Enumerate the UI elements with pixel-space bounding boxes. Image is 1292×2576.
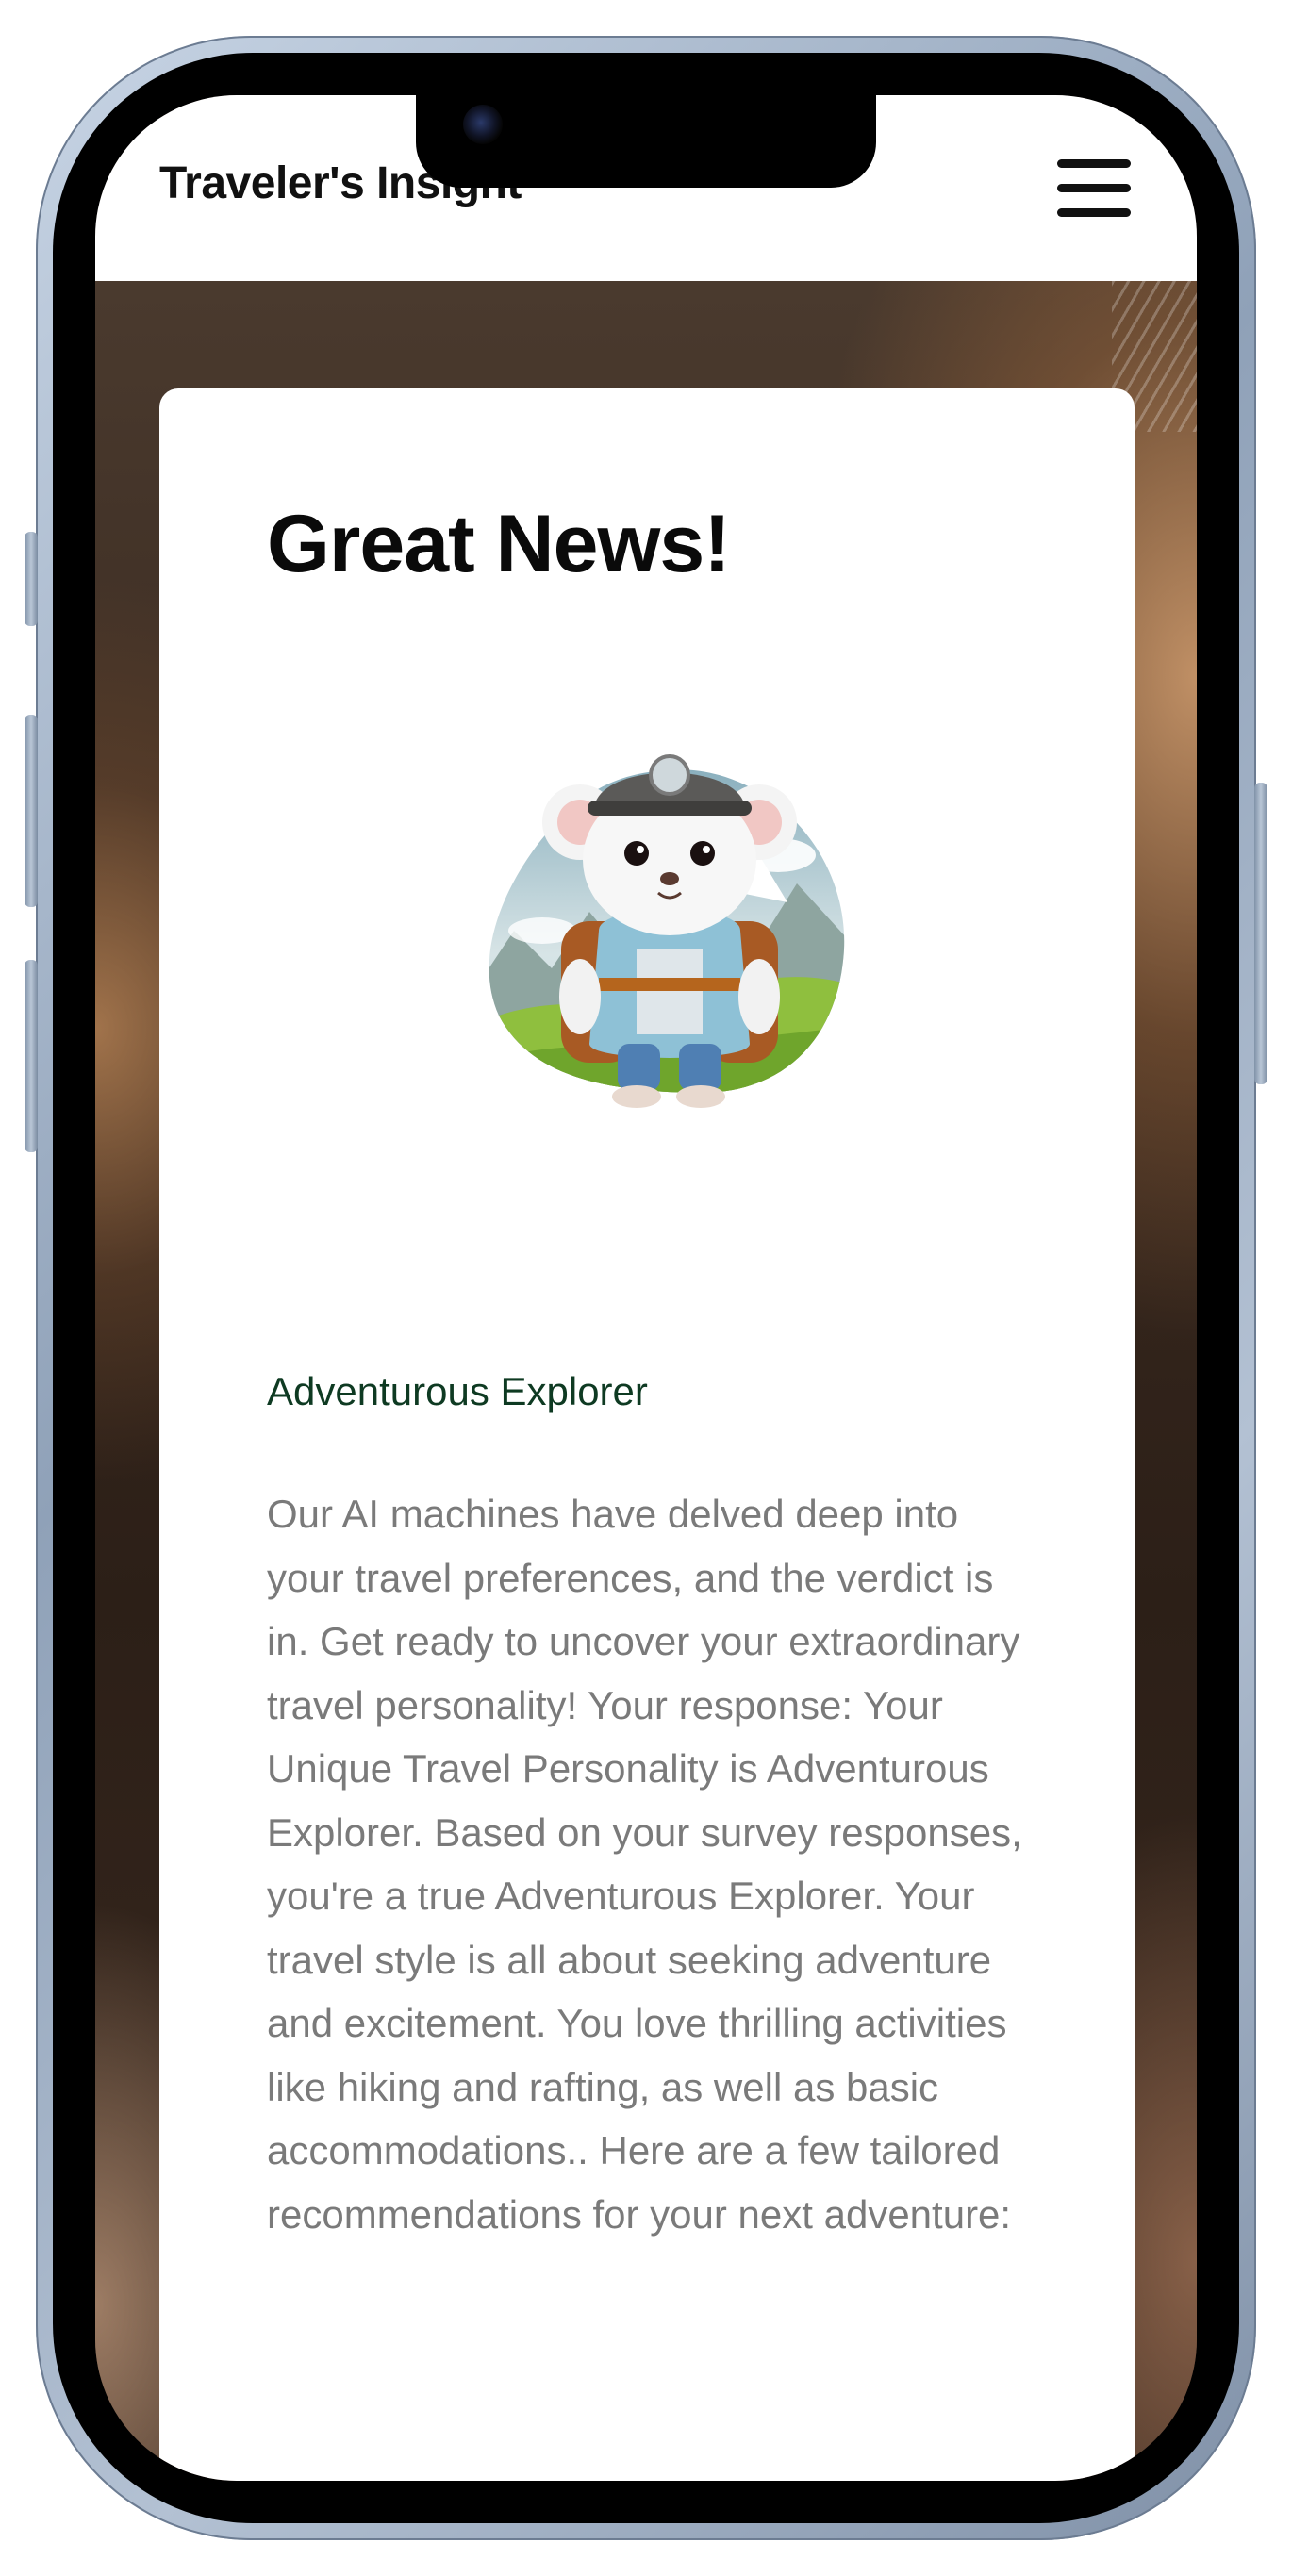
- stage: Traveler's Insight Great News! Adventuro…: [0, 0, 1292, 2576]
- volume-up-button: [25, 715, 38, 907]
- notch: [416, 95, 876, 188]
- hamburger-menu-icon: [1057, 159, 1131, 168]
- page-title: Great News!: [267, 499, 731, 589]
- front-camera-icon: [463, 105, 503, 144]
- personality-type: Adventurous Explorer: [267, 1369, 648, 1413]
- result-card: Great News! Adventurous Explorer Our AI …: [159, 388, 1135, 2481]
- silent-switch: [25, 532, 38, 626]
- phone-screen: Traveler's Insight Great News! Adventuro…: [95, 95, 1197, 2481]
- result-description: Our AI machines have delved deep into yo…: [267, 1492, 1022, 2237]
- hamburger-menu-icon: [1057, 208, 1131, 217]
- power-button: [1254, 783, 1267, 1084]
- explorer-mouse-mascot: [489, 754, 845, 1108]
- menu-button[interactable]: [1053, 157, 1135, 218]
- volume-down-button: [25, 960, 38, 1152]
- hamburger-menu-icon: [1057, 184, 1131, 192]
